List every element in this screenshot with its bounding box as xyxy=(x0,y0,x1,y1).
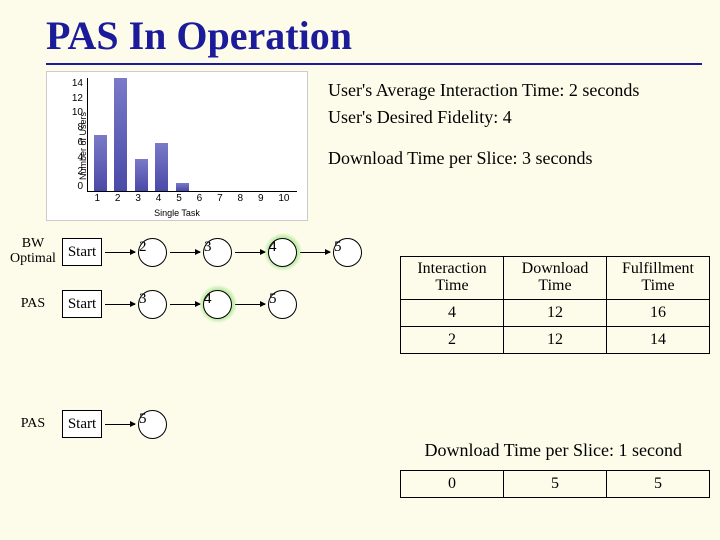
flow-step-circle: 3 xyxy=(203,238,232,267)
flow-step-circle: 5 xyxy=(333,238,362,267)
table-cell: 0 xyxy=(401,471,504,498)
arrow-icon xyxy=(105,424,135,425)
flow-step-circle: 4 xyxy=(268,238,297,267)
table-cell: 5 xyxy=(504,471,607,498)
flow-step-circle: 5 xyxy=(268,290,297,319)
flow-step: 5 xyxy=(268,290,297,319)
table-header-row: InteractionTimeDownloadTimeFulfillmentTi… xyxy=(401,257,710,300)
info-dl3: Download Time per Slice: 3 seconds xyxy=(328,145,639,172)
arrow-icon xyxy=(235,252,265,253)
flow-step: 3 xyxy=(203,238,232,267)
results-table-2: 055 xyxy=(400,470,710,498)
arrow-icon xyxy=(170,252,200,253)
flow-step: 5 xyxy=(138,410,167,439)
arrow-icon xyxy=(235,304,265,305)
chart-xlabel: Single Task xyxy=(47,208,307,218)
table-cell: 14 xyxy=(607,326,710,353)
flow-start-box: Start xyxy=(62,238,102,266)
flow-step-circle: 4 xyxy=(203,290,232,319)
flow-label: PAS xyxy=(4,297,62,312)
flow-start-box: Start xyxy=(62,410,102,438)
arrow-icon xyxy=(105,304,135,305)
flow-step-circle: 2 xyxy=(138,238,167,267)
slide-title: PAS In Operation xyxy=(0,0,720,63)
table-cell: 12 xyxy=(504,299,607,326)
info-block: User's Average Interaction Time: 2 secon… xyxy=(328,71,639,221)
table-row: 21214 xyxy=(401,326,710,353)
histogram-chart: Number of Users 02468101214 12345678910 … xyxy=(46,71,308,221)
table-cell: 4 xyxy=(401,299,504,326)
table-header-cell: InteractionTime xyxy=(401,257,504,300)
flow-step-circle: 5 xyxy=(138,410,167,439)
flow-step: 2 xyxy=(138,238,167,267)
flow-step: 4 xyxy=(268,238,297,267)
arrow-icon xyxy=(170,304,200,305)
chart-xticks: 12345678910 xyxy=(87,193,297,204)
info-dl1: Download Time per Slice: 1 second xyxy=(425,440,682,461)
table-header-cell: DownloadTime xyxy=(504,257,607,300)
table-body-2: 055 xyxy=(401,471,710,498)
table-row: 055 xyxy=(401,471,710,498)
table-cell: 2 xyxy=(401,326,504,353)
flow-step-circle: 3 xyxy=(138,290,167,319)
table-body-1: 4121621214 xyxy=(401,299,710,353)
flow-label: PAS xyxy=(4,417,62,432)
flow-start-box: Start xyxy=(62,290,102,318)
flow-step: 3 xyxy=(138,290,167,319)
flow-label: BWOptimal xyxy=(4,237,62,266)
arrow-icon xyxy=(300,252,330,253)
chart-bars xyxy=(88,78,297,191)
info-avg: User's Average Interaction Time: 2 secon… xyxy=(328,77,639,104)
table-cell: 12 xyxy=(504,326,607,353)
arrow-icon xyxy=(105,252,135,253)
info-fid: User's Desired Fidelity: 4 xyxy=(328,104,639,131)
flow-step: 4 xyxy=(203,290,232,319)
table-header-cell: FulfillmentTime xyxy=(607,257,710,300)
table-cell: 16 xyxy=(607,299,710,326)
table-cell: 5 xyxy=(607,471,710,498)
chart-yticks: 02468101214 xyxy=(63,78,83,192)
table-row: 41216 xyxy=(401,299,710,326)
flow-step: 5 xyxy=(333,238,362,267)
results-table-1: InteractionTimeDownloadTimeFulfillmentTi… xyxy=(400,256,710,354)
